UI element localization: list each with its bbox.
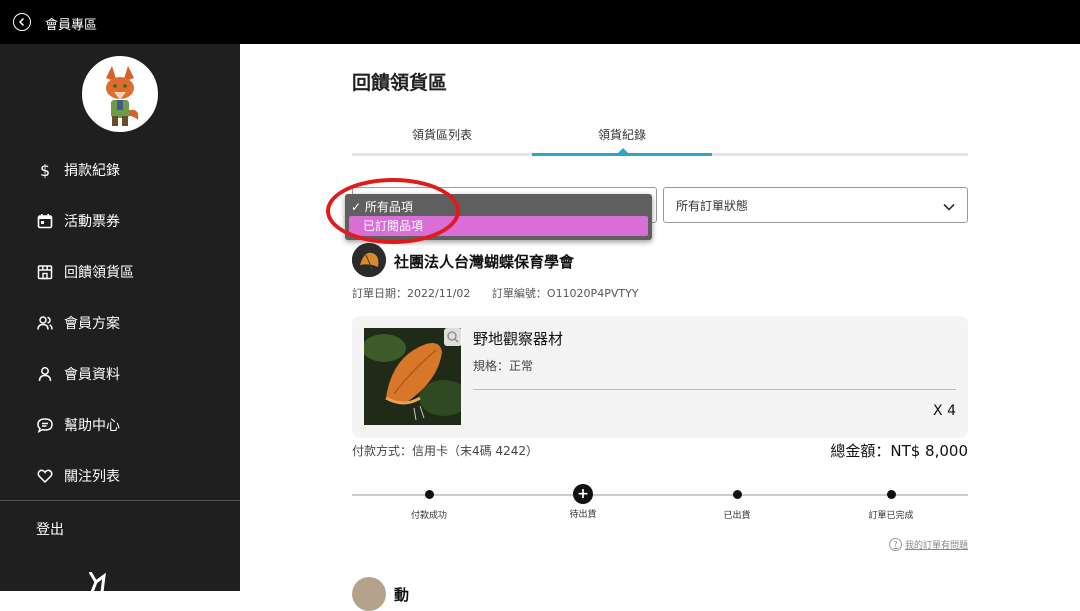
sidebar-item-help[interactable]: 幫助中心 — [36, 413, 120, 437]
tab-rewards-history[interactable]: 領貨紀錄 — [598, 126, 646, 143]
tab-rewards-list[interactable]: 領貨區列表 — [412, 126, 472, 143]
order-progress: 付款成功 + 待出貨 已出貨 訂單已完成 — [352, 484, 968, 536]
sidebar-item-profile[interactable]: 會員資料 — [36, 362, 120, 386]
chevron-down-icon — [943, 200, 955, 214]
page-header-title: 會員專區 — [45, 18, 98, 33]
order-number: 訂單編號：O11020P4PVTYY — [491, 287, 639, 300]
org-name[interactable]: 社團法人台灣蝴蝶保育學會 — [394, 251, 574, 272]
zoom-icon[interactable] — [444, 328, 462, 346]
annotation-circle — [326, 178, 460, 244]
sidebar: $ 捐款紀錄 活動票券 回饋領貨區 會員方案 會員資料 幫助中心 關注列表 登出 — [0, 44, 240, 593]
calendar-icon — [36, 212, 54, 230]
svg-text:$: $ — [40, 161, 50, 179]
sidebar-item-label: 捐款紀錄 — [64, 163, 120, 179]
org-name[interactable]: 動 — [394, 584, 409, 605]
avatar[interactable] — [82, 56, 158, 132]
plus-icon: + — [573, 484, 593, 504]
tab-bar: 領貨區列表 領貨紀錄 — [352, 118, 968, 158]
dollar-icon: $ — [36, 161, 54, 179]
sidebar-item-label: 活動票券 — [64, 214, 120, 230]
users-icon — [36, 314, 54, 332]
page-title: 回饋領貨區 — [352, 72, 448, 94]
status-filter-value: 所有訂單狀態 — [676, 198, 749, 213]
chat-icon — [36, 416, 54, 434]
item-spec: 規格：正常 — [473, 359, 534, 373]
order-help-label: 我的訂單有問題 — [905, 541, 969, 551]
tab-caret-icon — [618, 148, 628, 153]
order-help-link[interactable]: ? 我的訂單有問題 — [889, 538, 968, 551]
progress-step-label: 待出貨 — [569, 510, 597, 520]
item-quantity: X 4 — [933, 403, 956, 419]
progress-step: 訂單已完成 — [846, 486, 936, 521]
progress-step: 付款成功 — [384, 486, 474, 521]
sidebar-item-donations[interactable]: $ 捐款紀錄 — [36, 158, 120, 182]
progress-step-label: 訂單已完成 — [868, 511, 914, 521]
top-bar: 會員專區 — [0, 0, 1080, 44]
sidebar-item-label: 關注列表 — [64, 469, 120, 485]
status-filter-select[interactable]: 所有訂單狀態 — [663, 187, 968, 223]
sidebar-item-label: 回饋領貨區 — [64, 265, 134, 281]
progress-step-label: 付款成功 — [410, 511, 447, 521]
sidebar-item-rewards[interactable]: 回饋領貨區 — [36, 260, 134, 284]
order-total: 總金額：NT$ 8,000 — [830, 442, 968, 460]
payment-method: 付款方式：信用卡（末4碼 4242） — [352, 444, 538, 458]
heart-icon — [36, 467, 54, 485]
sidebar-item-watchlist[interactable]: 關注列表 — [36, 464, 120, 488]
progress-step: 已出貨 — [692, 486, 782, 521]
org-avatar — [352, 243, 386, 277]
progress-dot — [424, 490, 434, 499]
back-arrow-icon[interactable] — [13, 13, 31, 31]
sidebar-divider — [0, 500, 240, 501]
sidebar-item-label: 會員資料 — [64, 367, 120, 383]
store-icon — [36, 263, 54, 281]
progress-dot — [886, 490, 896, 499]
order-date: 訂單日期：2022/11/02 — [352, 287, 471, 300]
sidebar-item-tickets[interactable]: 活動票券 — [36, 209, 120, 233]
order-meta: 訂單日期：2022/11/02 訂單編號：O11020P4PVTYY — [352, 285, 657, 301]
question-icon: ? — [889, 538, 902, 551]
tab-active-indicator — [532, 153, 712, 156]
sidebar-item-plans[interactable]: 會員方案 — [36, 311, 120, 335]
sidebar-item-label: 會員方案 — [64, 316, 120, 332]
order-item-card: 野地觀察器材 規格：正常 X 4 — [352, 316, 968, 438]
org-avatar — [352, 577, 386, 611]
sidebar-item-label: 幫助中心 — [64, 418, 120, 434]
user-icon — [36, 365, 54, 383]
brand-logo-icon — [86, 571, 112, 593]
progress-step-current: + 待出貨 — [538, 484, 628, 520]
item-name: 野地觀察器材 — [473, 330, 564, 348]
progress-dot — [732, 490, 742, 499]
logout-button[interactable]: 登出 — [36, 519, 64, 539]
item-divider — [473, 389, 956, 390]
progress-step-label: 已出貨 — [723, 511, 751, 521]
